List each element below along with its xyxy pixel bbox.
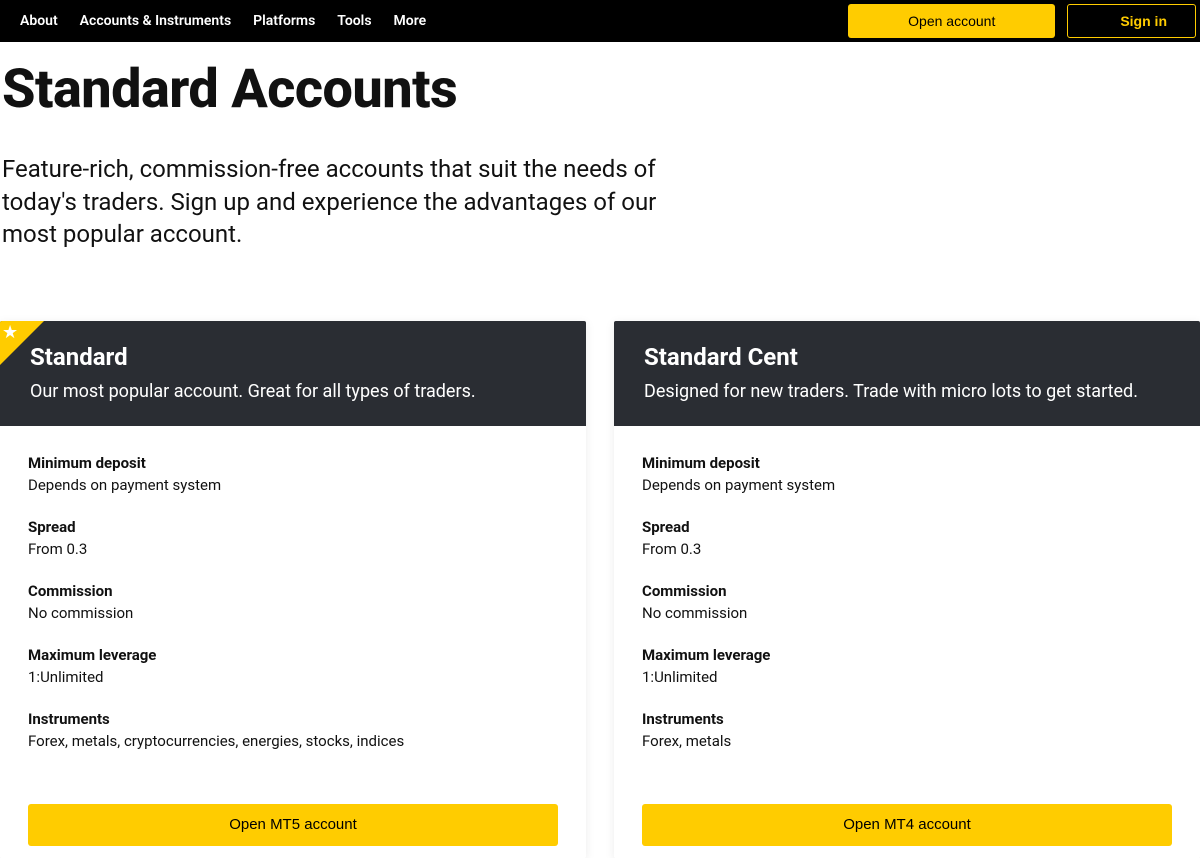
spec-value: 1:Unlimited <box>28 668 558 686</box>
nav-accounts-instruments[interactable]: Accounts & Instruments <box>80 13 231 29</box>
card-standard-cent: Standard Cent Designed for new traders. … <box>614 321 1200 858</box>
card-title: Standard Cent <box>644 343 1170 371</box>
page-header: Standard Accounts Feature-rich, commissi… <box>0 42 1200 251</box>
spec-label: Commission <box>28 582 558 600</box>
spec-commission: Commission No commission <box>642 582 1172 622</box>
card-title: Standard <box>30 343 556 371</box>
spec-min-deposit: Minimum deposit Depends on payment syste… <box>28 454 558 494</box>
nav-platforms[interactable]: Platforms <box>253 13 315 29</box>
card-header: Standard Cent Designed for new traders. … <box>614 321 1200 426</box>
card-desc: Designed for new traders. Trade with mic… <box>644 381 1170 402</box>
spec-leverage: Maximum leverage 1:Unlimited <box>28 646 558 686</box>
card-body: Minimum deposit Depends on payment syste… <box>0 426 586 794</box>
nav-links: About Accounts & Instruments Platforms T… <box>20 13 426 29</box>
spec-value: Forex, metals, cryptocurrencies, energie… <box>28 732 558 750</box>
spec-value: Depends on payment system <box>642 476 1172 494</box>
spec-label: Spread <box>642 518 1172 536</box>
open-mt5-button[interactable]: Open MT5 account <box>28 804 558 846</box>
nav-about[interactable]: About <box>20 13 58 29</box>
card-desc: Our most popular account. Great for all … <box>30 381 556 402</box>
spec-value: From 0.3 <box>642 540 1172 558</box>
open-account-button[interactable]: Open account <box>848 4 1055 38</box>
spec-label: Maximum leverage <box>642 646 1172 664</box>
nav-more[interactable]: More <box>394 13 427 29</box>
spec-label: Spread <box>28 518 558 536</box>
topbar-actions: Open account Sign in <box>848 4 1200 38</box>
spec-value: From 0.3 <box>28 540 558 558</box>
topbar: About Accounts & Instruments Platforms T… <box>0 0 1200 42</box>
spec-spread: Spread From 0.3 <box>642 518 1172 558</box>
spec-value: Forex, metals <box>642 732 1172 750</box>
card-standard: ★ Standard Our most popular account. Gre… <box>0 321 586 858</box>
nav-tools[interactable]: Tools <box>337 13 371 29</box>
account-cards: ★ Standard Our most popular account. Gre… <box>0 321 1200 858</box>
spec-value: No commission <box>28 604 558 622</box>
card-header: Standard Our most popular account. Great… <box>0 321 586 426</box>
spec-label: Minimum deposit <box>28 454 558 472</box>
spec-label: Instruments <box>28 710 558 728</box>
spec-label: Maximum leverage <box>28 646 558 664</box>
card-body: Minimum deposit Depends on payment syste… <box>614 426 1200 794</box>
page-subtitle: Feature-rich, commission-free accounts t… <box>2 153 682 250</box>
spec-instruments: Instruments Forex, metals, cryptocurrenc… <box>28 710 558 750</box>
sign-in-button[interactable]: Sign in <box>1067 4 1196 38</box>
spec-label: Commission <box>642 582 1172 600</box>
spec-value: No commission <box>642 604 1172 622</box>
spec-value: 1:Unlimited <box>642 668 1172 686</box>
spec-label: Instruments <box>642 710 1172 728</box>
spec-value: Depends on payment system <box>28 476 558 494</box>
spec-label: Minimum deposit <box>642 454 1172 472</box>
star-icon: ★ <box>2 324 18 342</box>
spec-commission: Commission No commission <box>28 582 558 622</box>
open-mt4-button[interactable]: Open MT4 account <box>642 804 1172 846</box>
spec-min-deposit: Minimum deposit Depends on payment syste… <box>642 454 1172 494</box>
page-title: Standard Accounts <box>2 60 1200 119</box>
spec-leverage: Maximum leverage 1:Unlimited <box>642 646 1172 686</box>
spec-instruments: Instruments Forex, metals <box>642 710 1172 750</box>
spec-spread: Spread From 0.3 <box>28 518 558 558</box>
